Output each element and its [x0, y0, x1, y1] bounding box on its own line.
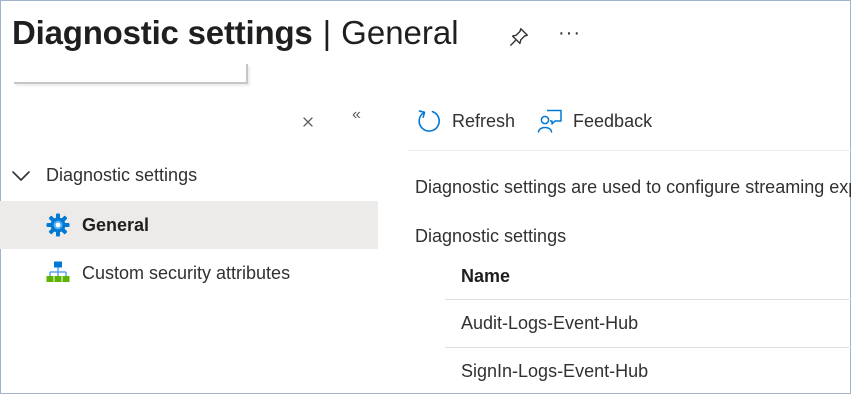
table-cell-name[interactable]: SignIn-Logs-Event-Hub [461, 361, 648, 382]
pin-icon[interactable] [508, 26, 530, 48]
title-separator: | [322, 14, 332, 51]
refresh-button[interactable]: Refresh [416, 108, 515, 134]
feedback-button[interactable]: Feedback [537, 108, 652, 134]
gear-icon [46, 213, 70, 237]
refresh-icon [418, 110, 440, 132]
chevron-down-icon[interactable] [10, 168, 32, 184]
header-underline [14, 64, 248, 84]
sidebar-item-label: Custom security attributes [82, 262, 291, 283]
sidebar-item-custom-security-attributes[interactable]: Custom security attributes [0, 249, 378, 297]
more-options-button[interactable]: ··· [558, 22, 581, 45]
page-subtitle: General [341, 14, 459, 51]
page-description: Diagnostic settings are used to configur… [415, 177, 851, 197]
collapse-sidebar-button[interactable]: « [352, 106, 361, 124]
toolbar-divider [408, 150, 851, 151]
refresh-label: Refresh [452, 110, 516, 131]
page-header: Diagnostic settings | General [12, 14, 459, 52]
sidebar-group-label: Diagnostic settings [46, 165, 198, 185]
sidebar-item-general[interactable]: General [0, 201, 378, 249]
close-icon[interactable] [300, 113, 316, 129]
sidebar-item-label: General [82, 214, 150, 235]
sidebar-group-diagnostic-settings[interactable]: Diagnostic settings [10, 165, 197, 186]
feedback-icon [537, 109, 562, 133]
table-row[interactable]: SignIn-Logs-Event-Hub [445, 348, 851, 394]
feedback-label: Feedback [573, 110, 653, 131]
diagnostic-settings-table: Name Audit-Logs-Event-Hub SignIn-Logs-Ev… [445, 254, 851, 394]
hierarchy-icon [46, 261, 70, 282]
page-title: Diagnostic settings [12, 14, 313, 51]
section-label: Diagnostic settings [415, 226, 567, 246]
table-row[interactable]: Audit-Logs-Event-Hub [445, 300, 851, 348]
table-cell-name[interactable]: Audit-Logs-Event-Hub [461, 313, 638, 334]
command-bar: Refresh Feedback [416, 108, 674, 134]
column-header-name[interactable]: Name [445, 254, 851, 300]
